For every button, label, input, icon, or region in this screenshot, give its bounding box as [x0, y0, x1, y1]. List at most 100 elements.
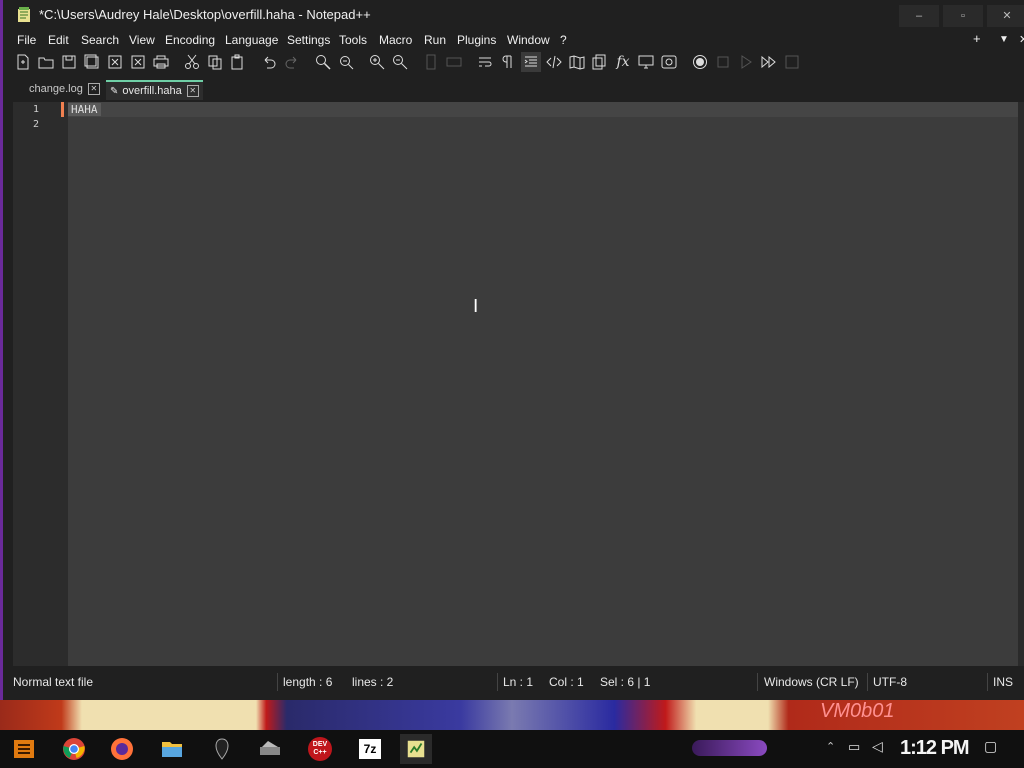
text-cursor-icon: I	[473, 296, 479, 317]
menu-macro[interactable]: Macro	[379, 33, 412, 47]
devcpp-label: DEV C++	[308, 737, 332, 761]
menu-tools[interactable]: Tools	[339, 33, 367, 47]
menu-search[interactable]: Search	[81, 33, 119, 47]
network-tool-icon[interactable]	[254, 734, 286, 764]
zoom-in-icon[interactable]	[367, 52, 387, 72]
menu-encoding[interactable]: Encoding	[165, 33, 215, 47]
sync-v-icon[interactable]	[421, 52, 441, 72]
window-title: *C:\Users\Audrey Hale\Desktop\overfill.h…	[39, 7, 371, 22]
word-wrap-icon[interactable]	[475, 52, 495, 72]
save-macro-icon[interactable]	[782, 52, 802, 72]
undo-icon[interactable]	[259, 52, 279, 72]
close-button[interactable]: ✕	[987, 5, 1024, 27]
run-multiple-macro-icon[interactable]	[759, 52, 779, 72]
taskbar-clock[interactable]: 1:12 PM	[900, 737, 970, 760]
close-all-icon[interactable]	[128, 52, 148, 72]
menu-view[interactable]: View	[129, 33, 155, 47]
status-encoding[interactable]: UTF-8	[873, 675, 907, 689]
cut-icon[interactable]	[182, 52, 202, 72]
menu-file[interactable]: File	[17, 33, 36, 47]
maximize-button[interactable]: ▫	[943, 5, 983, 27]
vertical-scrollbar[interactable]	[1018, 102, 1024, 666]
menu-help[interactable]: ?	[560, 33, 567, 47]
copy-icon[interactable]	[205, 52, 225, 72]
tab-label: overfill.haha	[122, 85, 182, 97]
tab-label: change.log	[29, 83, 83, 95]
current-line-highlight	[68, 102, 1021, 117]
7zip-icon[interactable]: 7z	[354, 734, 386, 764]
new-tab-plus-icon[interactable]: +	[973, 31, 981, 46]
wallpaper-text: VM0b01	[820, 700, 895, 722]
stop-macro-icon[interactable]	[713, 52, 733, 72]
function-list-icon[interactable]: fx	[613, 52, 633, 72]
save-all-icon[interactable]	[82, 52, 102, 72]
line-number: 1	[33, 104, 40, 115]
tab-close-icon[interactable]: ✕	[87, 83, 100, 95]
line-number-gutter: 1 2	[13, 102, 68, 666]
menu-settings[interactable]: Settings	[287, 33, 330, 47]
code-icon[interactable]	[544, 52, 564, 72]
notifications-icon[interactable]: ▢	[984, 738, 997, 755]
record-macro-icon[interactable]	[690, 52, 710, 72]
tab-bar: change.log ✕ ✎ overfill.haha ✕	[3, 78, 1024, 100]
editor-line: HAHA	[68, 103, 101, 116]
file-explorer-icon[interactable]	[156, 734, 188, 764]
editor-area[interactable]: 1 2 HAHA	[13, 102, 1021, 666]
status-sel: Sel : 6 | 1	[600, 675, 651, 689]
line-number: 2	[33, 119, 40, 130]
firefox-icon[interactable]	[106, 734, 138, 764]
status-file-type: Normal text file	[13, 675, 94, 689]
redo-icon[interactable]	[282, 52, 302, 72]
tab-close-icon[interactable]: ✕	[186, 85, 199, 97]
doc-list-icon[interactable]	[590, 52, 610, 72]
menu-language[interactable]: Language	[225, 33, 278, 47]
start-icon[interactable]	[8, 734, 40, 764]
status-length: length : 6	[283, 675, 333, 689]
menu-plugins[interactable]: Plugins	[457, 33, 496, 47]
devcpp-icon[interactable]: DEV C++	[304, 734, 336, 764]
folder-monitor-icon[interactable]	[636, 52, 656, 72]
change-marker	[61, 102, 64, 117]
replace-icon[interactable]	[336, 52, 356, 72]
status-lines: lines : 2	[352, 675, 394, 689]
menu-edit[interactable]: Edit	[48, 33, 69, 47]
paste-icon[interactable]	[228, 52, 248, 72]
notepadpp-icon[interactable]	[400, 734, 432, 764]
volume-icon[interactable]: ◁	[872, 738, 883, 755]
find-icon[interactable]	[313, 52, 333, 72]
status-mode[interactable]: INS	[993, 675, 1013, 689]
app-icon[interactable]	[206, 734, 238, 764]
title-bar: *C:\Users\Audrey Hale\Desktop\overfill.h…	[3, 0, 1024, 30]
menu-window[interactable]: Window	[507, 33, 550, 47]
sync-h-icon[interactable]	[444, 52, 464, 72]
7zip-label: 7z	[359, 739, 381, 759]
show-all-chars-icon[interactable]	[498, 52, 518, 72]
play-macro-icon[interactable]	[736, 52, 756, 72]
doc-map-icon[interactable]	[567, 52, 587, 72]
close-doc-icon[interactable]: ✕	[1019, 33, 1024, 46]
print-icon[interactable]	[151, 52, 171, 72]
network-icon[interactable]: ▭	[848, 739, 860, 755]
tray-expand-icon[interactable]: ⌃	[826, 740, 835, 753]
minimize-button[interactable]: –	[899, 5, 939, 27]
close-icon[interactable]	[105, 52, 125, 72]
monitor-icon[interactable]	[659, 52, 679, 72]
chrome-icon[interactable]	[58, 734, 90, 764]
tab-overfill-haha[interactable]: ✎ overfill.haha ✕	[106, 80, 203, 100]
tab-change-log[interactable]: change.log ✕	[29, 80, 100, 98]
new-file-icon[interactable]	[13, 52, 33, 72]
status-ln: Ln : 1	[503, 675, 534, 689]
tab-list-dropdown-icon[interactable]: ▼	[999, 34, 1009, 45]
indent-guide-icon[interactable]	[521, 52, 541, 72]
status-eol[interactable]: Windows (CR LF)	[764, 675, 859, 689]
status-bar: Normal text file length : 6 lines : 2 Ln…	[3, 670, 1024, 694]
pencil-icon: ✎	[110, 85, 119, 97]
taskbar: DEV C++ 7z ⌃ ▭ ◁ ▢	[0, 730, 1024, 768]
taskbar-decoration	[692, 740, 767, 756]
save-icon[interactable]	[59, 52, 79, 72]
open-file-icon[interactable]	[36, 52, 56, 72]
toolbar: fx	[3, 50, 1024, 74]
notepadpp-app-icon	[18, 7, 30, 22]
zoom-out-icon[interactable]	[390, 52, 410, 72]
menu-run[interactable]: Run	[424, 33, 446, 47]
